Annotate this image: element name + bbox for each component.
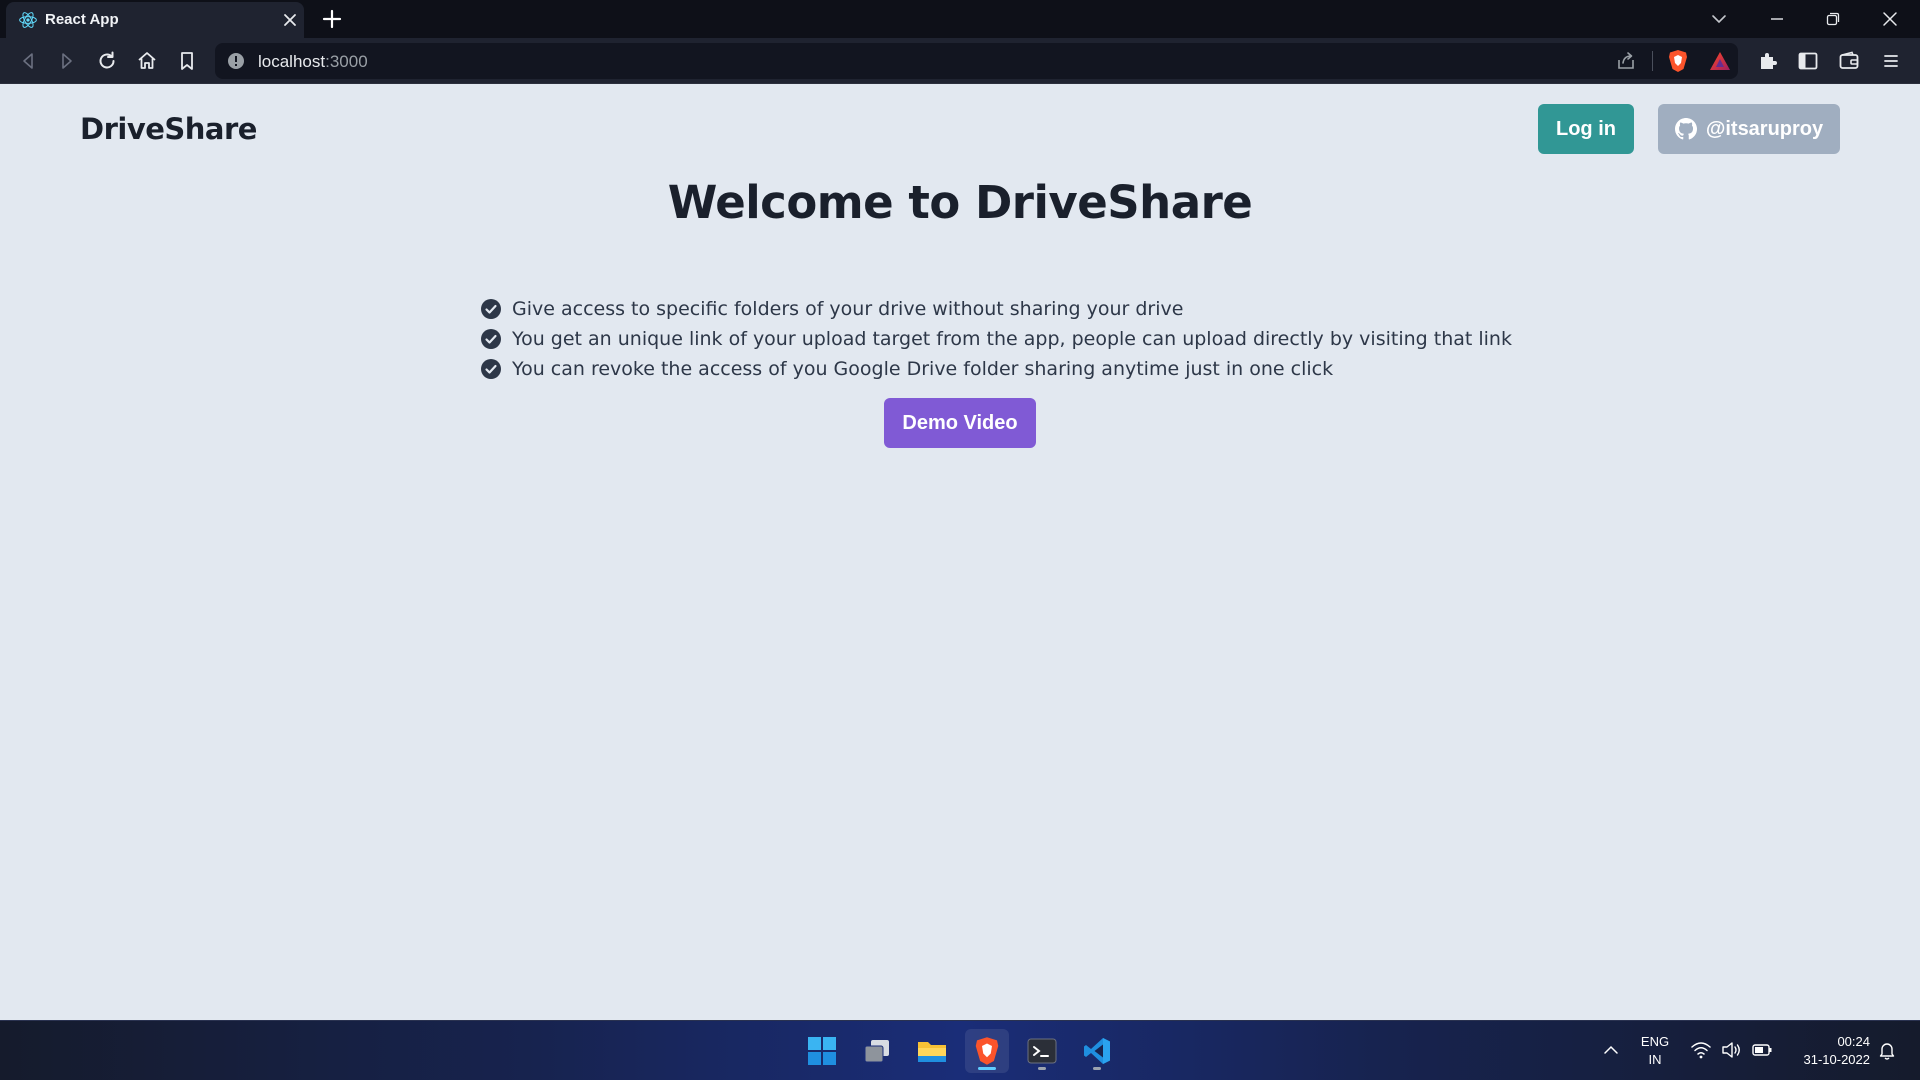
feature-list: Give access to specific folders of your …	[480, 294, 1512, 384]
github-handle: @itsaruproy	[1705, 117, 1824, 140]
restore-icon[interactable]	[1820, 6, 1846, 32]
url-text: localhost:3000	[258, 52, 368, 71]
running-indicator	[1093, 1067, 1101, 1070]
file-explorer-button[interactable]	[910, 1029, 954, 1073]
browser-tab[interactable]: React App	[6, 2, 304, 38]
feature-text: Give access to specific folders of your …	[512, 298, 1184, 320]
browser-toolbar: localhost:3000	[0, 38, 1920, 84]
demo-video-button[interactable]: Demo Video	[884, 398, 1036, 448]
page-content: DriveShare Log in @itsaruproy Welcome to…	[0, 84, 1920, 1020]
feature-item: You can revoke the access of you Google …	[480, 354, 1512, 384]
language-code: ENG	[1640, 1034, 1670, 1049]
new-tab-icon[interactable]	[320, 7, 344, 31]
site-info-icon[interactable]	[227, 52, 245, 70]
windows-taskbar: ENG IN 00:24 31-10-2022	[0, 1020, 1920, 1080]
extensions-puzzle-icon[interactable]	[1756, 49, 1780, 73]
vscode-icon	[1084, 1038, 1110, 1064]
close-tab-icon[interactable]	[280, 10, 300, 30]
address-divider	[1652, 51, 1653, 71]
battery-icon[interactable]	[1751, 1039, 1773, 1061]
brave-rewards-icon[interactable]	[1709, 50, 1731, 72]
login-button[interactable]: Log in	[1538, 104, 1634, 154]
browser-tab-strip: React App	[0, 0, 1920, 38]
github-icon	[1674, 118, 1697, 140]
file-explorer-icon	[918, 1042, 946, 1062]
feature-item: Give access to specific folders of your …	[480, 294, 1512, 324]
sidebar-icon[interactable]	[1796, 49, 1820, 73]
feature-text: You can revoke the access of you Google …	[512, 358, 1334, 380]
start-button[interactable]	[800, 1029, 844, 1073]
minimize-icon[interactable]	[1764, 6, 1790, 32]
back-icon[interactable]	[16, 49, 40, 73]
feature-item: You get an unique link of your upload ta…	[480, 324, 1512, 354]
github-profile-button[interactable]: @itsaruproy	[1658, 104, 1840, 154]
notification-bell-icon[interactable]	[1876, 1039, 1898, 1061]
tab-title: React App	[45, 11, 119, 28]
react-favicon-icon	[19, 12, 37, 28]
share-icon[interactable]	[1615, 50, 1637, 72]
close-window-icon[interactable]	[1877, 6, 1903, 32]
windows-start-icon	[808, 1037, 836, 1065]
input-language-indicator[interactable]: ENG IN	[1638, 1033, 1672, 1069]
system-clock[interactable]: 00:24 31-10-2022	[1786, 1033, 1871, 1069]
terminal-button[interactable]	[1020, 1029, 1064, 1073]
bookmark-icon[interactable]	[175, 49, 199, 73]
task-view-button[interactable]	[855, 1029, 899, 1073]
tab-search-chevron-icon[interactable]	[1706, 6, 1732, 32]
feature-text: You get an unique link of your upload ta…	[512, 328, 1512, 350]
home-icon[interactable]	[135, 49, 159, 73]
brave-browser-icon	[975, 1037, 999, 1065]
brave-shields-icon[interactable]	[1667, 49, 1689, 73]
running-indicator	[978, 1067, 996, 1070]
region-code: IN	[1648, 1052, 1662, 1067]
volume-icon[interactable]	[1720, 1039, 1742, 1061]
brave-browser-button[interactable]	[965, 1029, 1009, 1073]
vscode-button[interactable]	[1075, 1029, 1119, 1073]
menu-icon[interactable]	[1879, 49, 1903, 73]
show-hidden-icons-icon[interactable]	[1600, 1039, 1622, 1061]
forward-icon[interactable]	[55, 49, 79, 73]
wallet-icon[interactable]	[1837, 49, 1861, 73]
address-bar[interactable]: localhost:3000	[215, 43, 1738, 79]
check-circle-icon	[481, 299, 501, 319]
clock-date: 31-10-2022	[1803, 1052, 1871, 1067]
terminal-icon	[1027, 1038, 1057, 1064]
running-indicator	[1038, 1067, 1046, 1070]
brand-logo-text[interactable]: DriveShare	[80, 112, 257, 146]
reload-icon[interactable]	[95, 49, 119, 73]
clock-time: 00:24	[1837, 1034, 1870, 1049]
wifi-icon[interactable]	[1690, 1039, 1712, 1061]
page-title: Welcome to DriveShare	[667, 176, 1253, 229]
check-circle-icon	[481, 329, 501, 349]
task-view-icon	[864, 1040, 889, 1063]
check-circle-icon	[481, 359, 501, 379]
